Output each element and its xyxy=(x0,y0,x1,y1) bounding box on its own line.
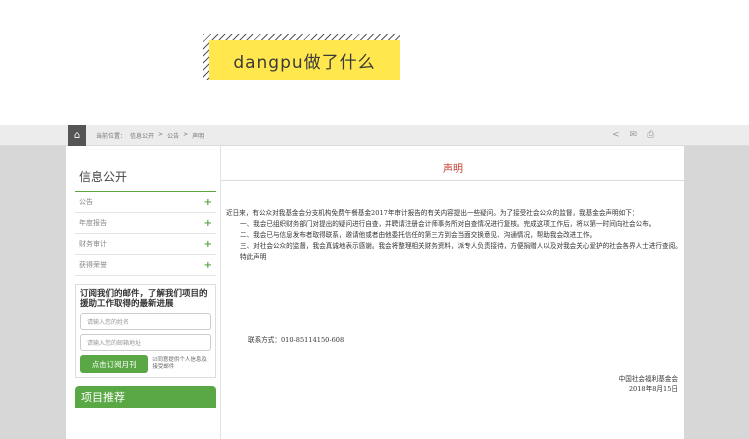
sidebar-title: 信息公开 xyxy=(75,158,216,192)
consent-checkbox[interactable]: ☑同意提供个人信息及接受邮件 xyxy=(152,357,211,371)
signature: 中国社会福利基金会 2018年8月15日 xyxy=(619,374,678,394)
banner: dangpu做了什么 xyxy=(203,34,400,80)
breadcrumb: 当前位置： 信息公开 > 公告 > 声明 xyxy=(96,131,204,140)
plus-icon[interactable]: + xyxy=(204,218,212,229)
sidebar-item-label: 获得荣誉 xyxy=(79,261,107,269)
sign-date: 2018年8月15日 xyxy=(628,385,678,393)
sidebar-item-honors[interactable]: 获得荣誉 + xyxy=(75,255,216,276)
mail-icon[interactable]: ✉ xyxy=(630,130,638,140)
sidebar-item-audit[interactable]: 财务审计 + xyxy=(75,234,216,255)
banner-text: dangpu做了什么 xyxy=(209,40,400,80)
paragraph: 二、我会已与信息发布者取得联系，邀请他或者由他委托信任的第三方到会当面交换意见、… xyxy=(240,231,597,239)
share-icons: < ✉ ⎙ xyxy=(612,130,654,140)
article: 声明 近日来，有公众对我基金会分支机构免费午餐基金2017年审计报告的有关内容提… xyxy=(220,146,685,439)
breadcrumb-item[interactable]: 信息公开 xyxy=(130,131,154,140)
breadcrumb-item: 声明 xyxy=(192,133,205,140)
left-gutter xyxy=(0,125,66,439)
article-body: 近日来，有公众对我基金会分支机构免费午餐基金2017年审计报告的有关内容提出一些… xyxy=(226,208,682,263)
subscribe-title: 订阅我们的邮件，了解我们项目的援助工作取得的最新进展 xyxy=(80,289,208,309)
name-input[interactable]: 请输入您的姓名 xyxy=(80,313,211,330)
subscribe-button[interactable]: 点击订阅月刊 xyxy=(80,355,149,373)
breadcrumb-sep: > xyxy=(183,131,189,138)
breadcrumb-prefix: 当前位置： xyxy=(96,133,127,140)
breadcrumb-sep: > xyxy=(158,131,164,138)
paragraph: 三、对社会公众的监督，我会真诚地表示感谢。我会将整理相关财务资料，派专人负责接待… xyxy=(240,242,682,250)
sidebar: 信息公开 公告 + 年度报告 + 财务审计 + 获得荣誉 + 订阅我们的邮件，了… xyxy=(75,158,216,408)
subscribe-row: 点击订阅月刊 ☑同意提供个人信息及接受邮件 xyxy=(80,355,211,373)
subscribe-box: 订阅我们的邮件，了解我们项目的援助工作取得的最新进展 请输入您的姓名 请输入您的… xyxy=(75,284,216,378)
projects-header: 项目推荐 xyxy=(75,386,216,408)
plus-icon[interactable]: + xyxy=(204,260,212,271)
email-input[interactable]: 请输入您的邮箱地址 xyxy=(80,334,211,351)
title-divider xyxy=(221,180,685,181)
breadcrumb-item[interactable]: 公告 xyxy=(167,131,179,140)
sidebar-item-label: 年度报告 xyxy=(79,219,107,227)
paragraph: 一、我会已组织财务部门对提出的疑问进行自查，并聘请注册会计师事务所对自查情况进行… xyxy=(240,220,656,228)
sidebar-item-label: 财务审计 xyxy=(79,240,107,248)
print-icon[interactable]: ⎙ xyxy=(647,130,654,140)
top-bar: ⌂ 当前位置： 信息公开 > 公告 > 声明 < ✉ ⎙ xyxy=(0,125,749,146)
contact-info: 联系方式：010-85114150-608 xyxy=(248,336,345,344)
paragraph: 近日来，有公众对我基金会分支机构免费午餐基金2017年审计报告的有关内容提出一些… xyxy=(226,209,639,217)
article-title: 声明 xyxy=(443,164,463,175)
right-gutter xyxy=(684,125,749,439)
share-icon[interactable]: < xyxy=(612,130,620,140)
home-icon[interactable]: ⌂ xyxy=(68,125,86,146)
sidebar-item-label: 公告 xyxy=(79,198,93,206)
plus-icon[interactable]: + xyxy=(204,239,212,250)
sidebar-item-annual-report[interactable]: 年度报告 + xyxy=(75,213,216,234)
org-name: 中国社会福利基金会 xyxy=(618,375,678,383)
sidebar-item-announcements[interactable]: 公告 + xyxy=(75,192,216,213)
plus-icon[interactable]: + xyxy=(204,197,212,208)
paragraph: 特此声明 xyxy=(240,253,267,261)
